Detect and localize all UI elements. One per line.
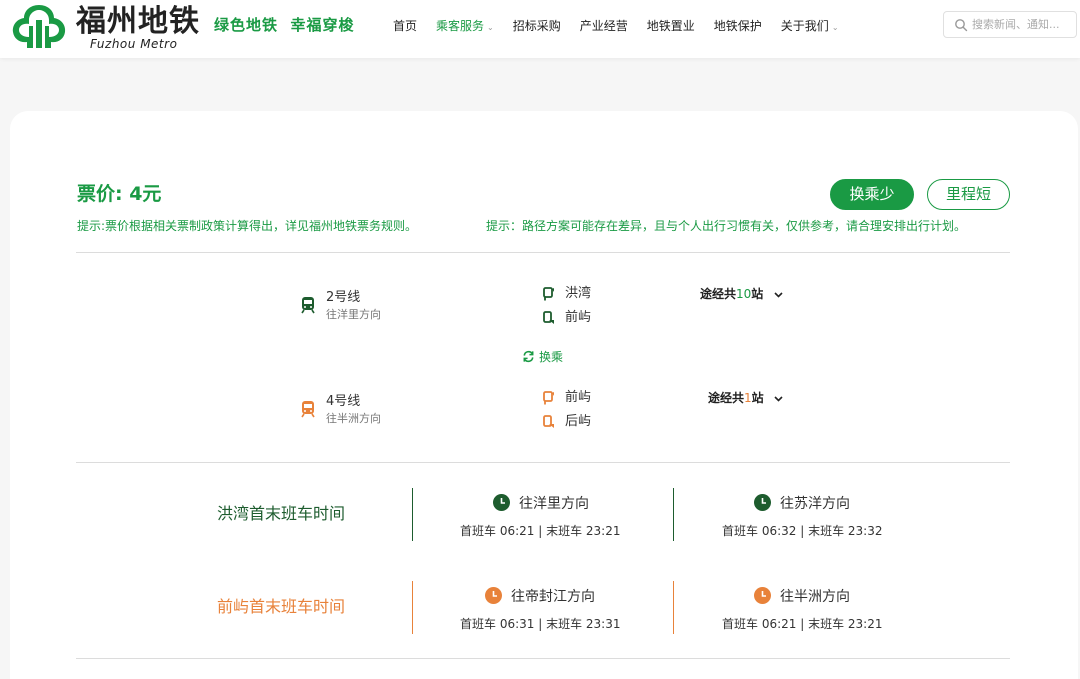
fare-title: 票价: 4元: [77, 183, 162, 205]
schedule-times: 首班车 06:21 | 末班车 23:21: [722, 617, 883, 631]
clock-icon: [754, 587, 771, 604]
search-icon[interactable]: [954, 18, 968, 32]
board-station: 洪湾: [565, 286, 592, 301]
nav-item-industry[interactable]: 产业经营: [580, 17, 628, 37]
alight-station-icon: [543, 415, 554, 428]
chevron-down-icon: ⌄: [487, 23, 494, 32]
alight-station-icon: [543, 311, 554, 324]
nav-item-passenger-service[interactable]: 乘客服务 ⌄: [436, 17, 494, 37]
divider: [76, 658, 1010, 659]
nav-item-procurement[interactable]: 招标采购: [513, 17, 561, 37]
schedule-direction: 往帝封江方向: [485, 587, 595, 607]
divider: [76, 252, 1010, 253]
chevron-down-icon: [773, 292, 783, 298]
line-direction: 往半洲方向: [326, 412, 381, 425]
brand-name-en: Fuzhou Metro: [90, 37, 178, 51]
schedule-times: 首班车 06:32 | 末班车 23:32: [722, 524, 883, 538]
alight-station: 前屿: [565, 310, 592, 325]
stops-toggle[interactable]: 途经共10站: [700, 286, 783, 302]
board-station: 前屿: [565, 390, 592, 405]
brand-name-cn: 福州地铁: [76, 4, 200, 39]
shortest-distance-button[interactable]: 里程短: [927, 179, 1010, 210]
chevron-down-icon: [774, 396, 783, 402]
fare-tip: 提示:票价根据相关票制政策计算得出，详见福州地铁票务规则。: [77, 219, 418, 233]
transfer-label: 换乘: [522, 349, 563, 365]
refresh-icon: [523, 350, 534, 363]
schedule-direction: 往半洲方向: [754, 587, 850, 607]
schedule-divider: [673, 581, 674, 634]
line-name: 2号线: [326, 290, 361, 305]
search-input[interactable]: [972, 15, 1072, 34]
line-name: 4号线: [326, 394, 361, 409]
fewest-transfers-button[interactable]: 换乘少: [830, 179, 914, 210]
schedule-divider: [412, 581, 413, 634]
route-tip: 提示：路径方案可能存在差异，且与个人出行习惯有关，仅供参考，请合理安排出行计划。: [486, 219, 967, 233]
slogan: 绿色地铁 幸福穿梭: [214, 16, 355, 34]
line-direction: 往洋里方向: [326, 308, 381, 321]
fuzhou-metro-logo[interactable]: [10, 2, 68, 52]
board-station-icon: [543, 391, 554, 405]
divider: [76, 462, 1010, 463]
train-icon: [301, 401, 315, 418]
clock-icon: [485, 587, 502, 604]
schedule-direction: 往苏洋方向: [754, 494, 850, 514]
clock-icon: [754, 494, 771, 511]
nav-item-property[interactable]: 地铁置业: [647, 17, 695, 37]
schedule-title: 前屿首末班车时间: [217, 597, 346, 616]
alight-station: 后屿: [565, 414, 592, 429]
search-box: [943, 11, 1077, 38]
schedule-times: 首班车 06:21 | 末班车 23:21: [460, 524, 621, 538]
nav-item-home[interactable]: 首页: [393, 17, 417, 37]
main-nav: 首页 乘客服务 ⌄ 招标采购 产业经营 地铁置业 地铁保护 关于我们 ⌄: [393, 17, 858, 37]
site-header: 福州地铁 Fuzhou Metro 绿色地铁 幸福穿梭 首页 乘客服务 ⌄ 招标采…: [0, 0, 1080, 58]
clock-icon: [493, 494, 510, 511]
schedule-divider: [673, 488, 674, 541]
chevron-down-icon: ⌄: [831, 23, 839, 32]
schedule-divider: [412, 488, 413, 541]
board-station-icon: [543, 287, 554, 301]
schedule-times: 首班车 06:31 | 末班车 23:31: [460, 617, 621, 631]
nav-item-protection[interactable]: 地铁保护: [714, 17, 762, 37]
schedule-title: 洪湾首末班车时间: [217, 504, 346, 523]
schedule-direction: 往洋里方向: [493, 494, 589, 514]
nav-item-about[interactable]: 关于我们 ⌄: [781, 17, 839, 37]
train-icon: [301, 297, 315, 314]
stops-toggle[interactable]: 途经共1站: [708, 390, 783, 406]
